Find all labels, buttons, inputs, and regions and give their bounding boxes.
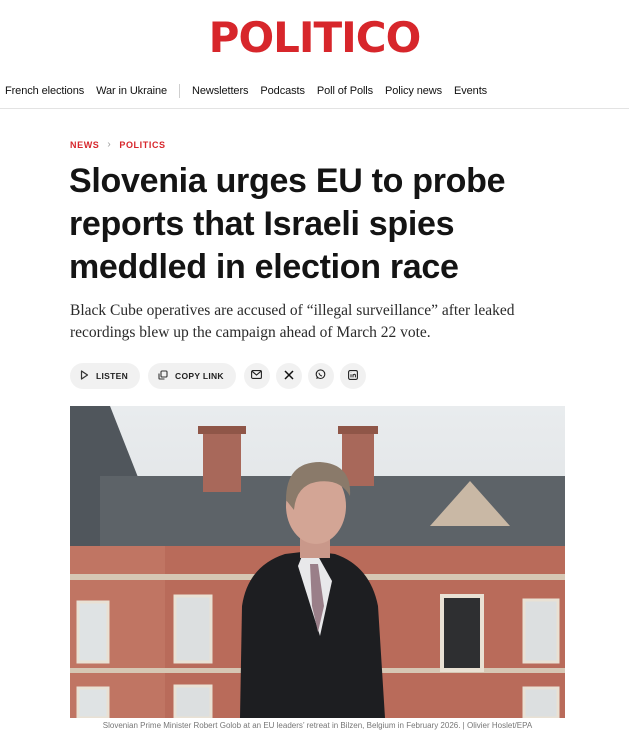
top-nav: French elections War in Ukraine Newslett… [0,80,629,102]
x-share-button[interactable] [275,363,302,389]
politico-logo[interactable]: POLITICO [209,13,422,62]
breadcrumb-politics[interactable]: POLITICS [119,140,165,150]
nav-divider [179,84,181,98]
nav-item-policy-news[interactable]: Policy news [385,85,442,97]
nav-item-events[interactable]: Events [454,85,487,97]
breadcrumb: NEWS › POLITICS [70,139,166,150]
listen-label: LISTEN [96,371,129,381]
hero-photo-illustration [70,406,565,718]
nav-item-podcasts[interactable]: Podcasts [260,85,305,97]
whatsapp-icon [315,369,326,383]
copy-link-button[interactable]: COPY LINK [148,363,236,389]
breadcrumb-news[interactable]: NEWS [70,140,99,150]
photo-caption: Slovenian Prime Minister Robert Golob at… [102,721,533,730]
nav-divider-line [0,108,629,109]
site-header: POLITICO [0,14,629,62]
article-dek: Black Cube operatives are accused of “il… [70,302,515,341]
article-hero-image [70,406,565,718]
x-icon [284,369,294,383]
linkedin-icon [347,369,358,383]
share-toolbar: LISTEN COPY LINK [70,363,372,389]
nav-item-newsletters[interactable]: Newsletters [192,85,248,97]
email-icon [251,370,263,382]
article-headline: Slovenia urges EU to probe reports that … [69,162,506,286]
email-share-button[interactable] [243,363,270,389]
listen-button[interactable]: LISTEN [70,363,141,389]
nav-item-french-elections[interactable]: French elections [5,85,84,97]
copy-icon [158,369,168,383]
play-icon [80,369,89,383]
whatsapp-share-button[interactable] [307,363,334,389]
nav-item-poll-of-polls[interactable]: Poll of Polls [317,85,373,97]
breadcrumb-chevron-icon: › [107,139,112,150]
copy-link-label: COPY LINK [175,371,224,381]
nav-item-war-in-ukraine[interactable]: War in Ukraine [96,85,167,97]
linkedin-share-button[interactable] [339,363,366,389]
